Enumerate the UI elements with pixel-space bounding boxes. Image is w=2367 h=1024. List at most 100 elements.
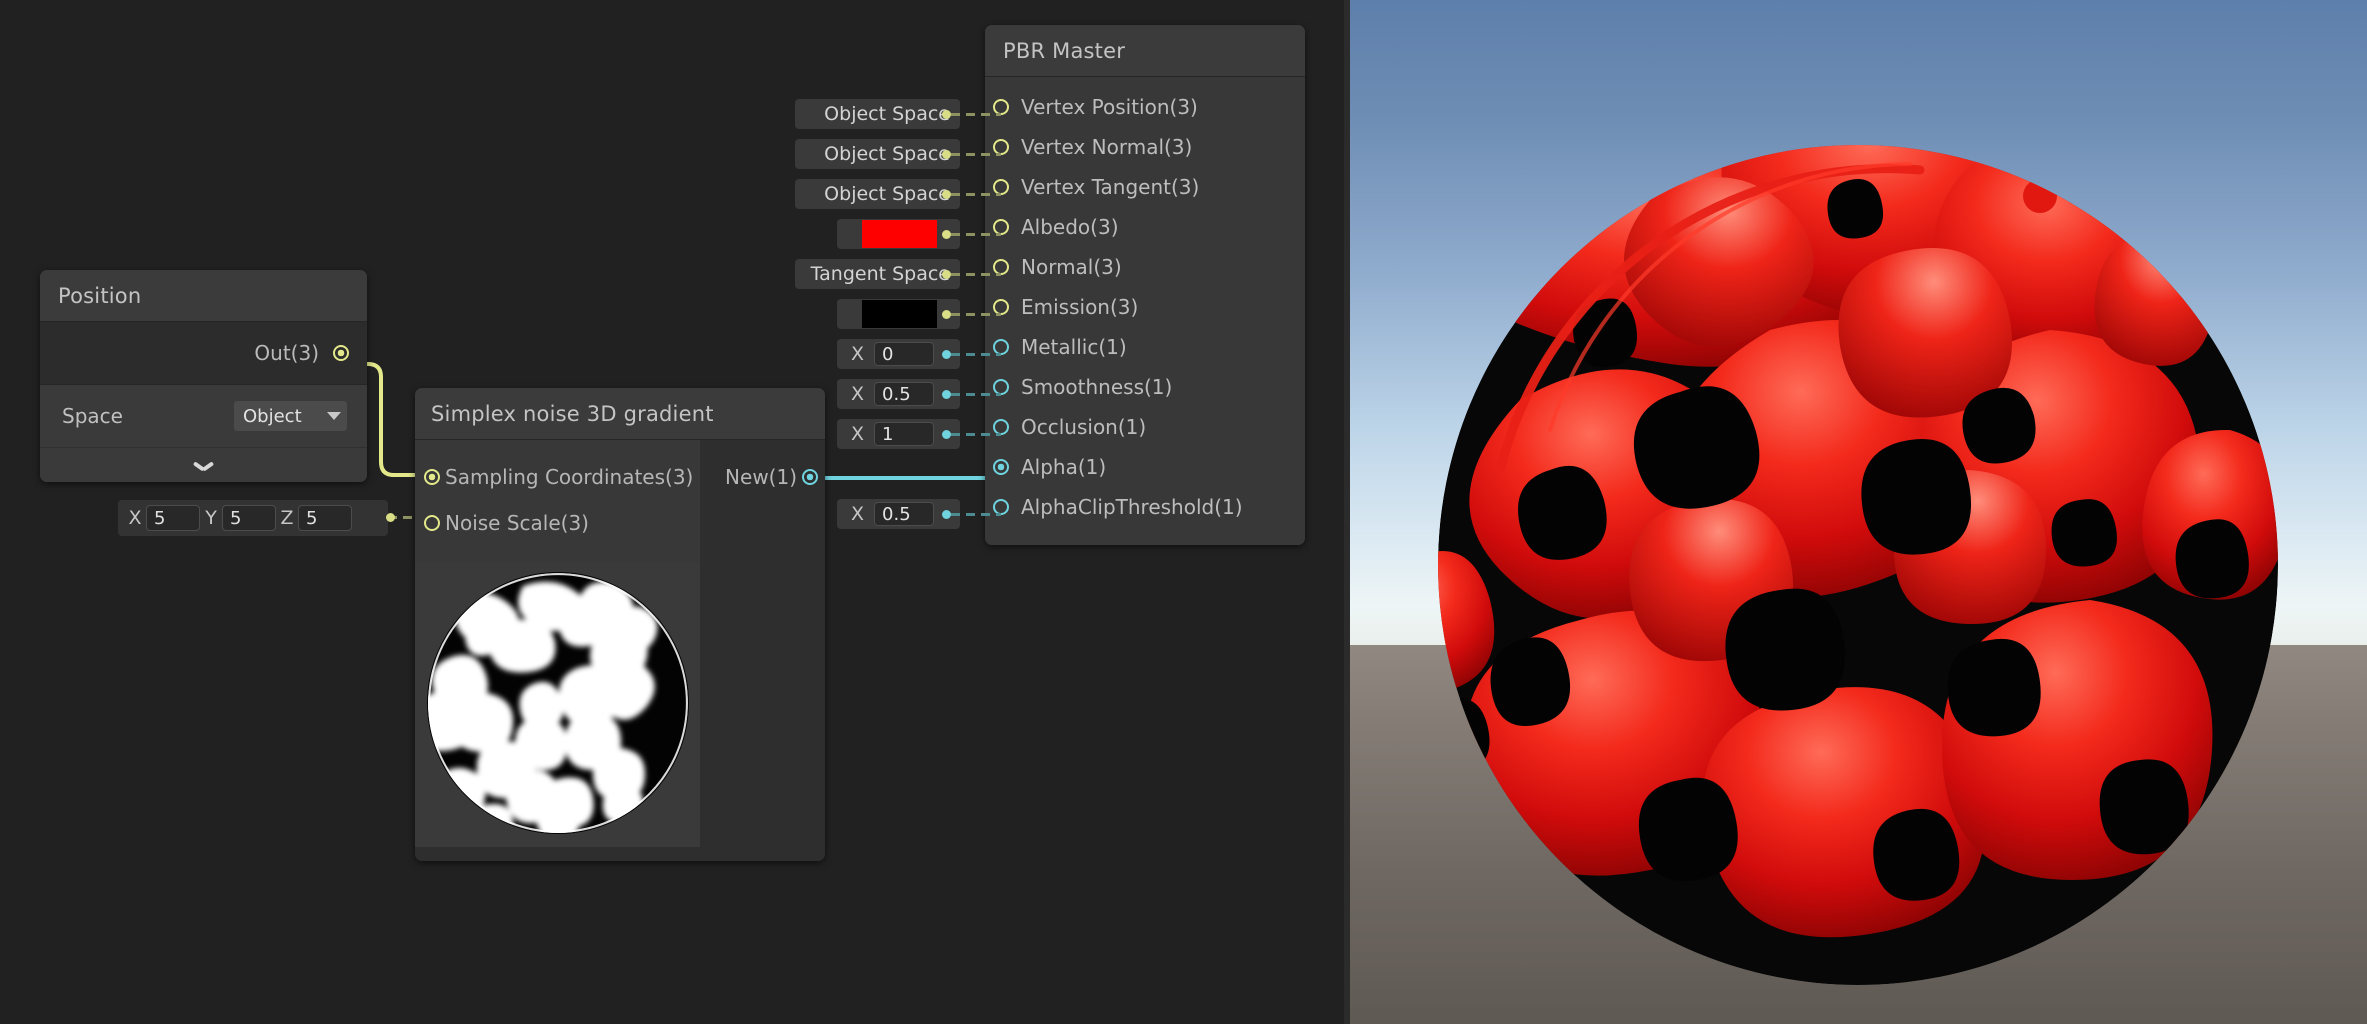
pbr-port-normal[interactable] — [993, 259, 1009, 275]
node-simplex-noise[interactable]: Simplex noise 3D gradient Sampling Coord… — [415, 388, 825, 861]
pbr-slot-alpha[interactable]: Alpha(1) — [985, 447, 1305, 487]
node-position-title: Position — [40, 270, 367, 322]
simplex-output-new[interactable]: New(1) — [700, 454, 825, 500]
pbr-port-vertex-normal[interactable] — [993, 139, 1009, 155]
pbr-color-swatch-albedo[interactable] — [862, 220, 937, 248]
pbr-default-axis-metallic: X — [851, 343, 865, 365]
simplex-noise-scale-port[interactable] — [424, 515, 440, 531]
vector3-y-input[interactable]: 5 — [222, 505, 276, 531]
pbr-port-alpha[interactable] — [993, 459, 1009, 475]
vector3-x-label: X — [128, 507, 142, 529]
vector3-y-label: Y — [205, 507, 217, 529]
pbr-default-value-metallic[interactable]: 0 — [874, 342, 935, 366]
pbr-label-metallic: Metallic(1) — [1021, 335, 1127, 359]
node-position-body: Out(3) Space Object — [40, 322, 367, 482]
position-expand-button[interactable] — [40, 448, 367, 482]
simplex-preview-box[interactable] — [415, 562, 700, 847]
pbr-default-smoothness[interactable]: X 0.5 — [837, 379, 960, 409]
noise-preview-sphere — [427, 572, 689, 834]
simplex-input-sampling-coordinates[interactable]: Sampling Coordinates(3) — [415, 454, 700, 500]
pbr-default-value-vertex-tangent: Object Space — [824, 183, 950, 205]
pbr-slot-normal[interactable]: Normal(3) — [985, 247, 1305, 287]
simplex-preview-area[interactable] — [415, 562, 825, 861]
simplex-sampling-coordinates-label: Sampling Coordinates(3) — [445, 465, 694, 489]
pbr-slot-emission[interactable]: Emission(3) — [985, 287, 1305, 327]
position-space-dropdown[interactable]: Object — [234, 401, 347, 431]
pbr-default-value-occlusion[interactable]: 1 — [874, 422, 935, 446]
pbr-port-alphaclipthreshold[interactable] — [993, 499, 1009, 515]
pbr-slot-occlusion[interactable]: Occlusion(1) — [985, 407, 1305, 447]
pbr-label-vertex-normal: Vertex Normal(3) — [1021, 135, 1193, 159]
node-simplex-io: Sampling Coordinates(3) Noise Scale(3) N… — [415, 440, 825, 562]
pbr-default-albedo[interactable] — [837, 219, 960, 249]
noise-scale-vector3-field[interactable]: X 5 Y 5 Z 5 — [118, 500, 388, 536]
pbr-port-occlusion[interactable] — [993, 419, 1009, 435]
pbr-label-occlusion: Occlusion(1) — [1021, 415, 1147, 439]
pbr-label-vertex-tangent: Vertex Tangent(3) — [1021, 175, 1200, 199]
pbr-default-normal[interactable]: Tangent Space — [795, 259, 960, 289]
pbr-label-vertex-position: Vertex Position(3) — [1021, 95, 1198, 119]
node-simplex-title: Simplex noise 3D gradient — [415, 388, 825, 440]
pbr-slot-smoothness[interactable]: Smoothness(1) — [985, 367, 1305, 407]
alpha-clipped-sphere — [1438, 145, 2278, 985]
position-output-label: Out(3) — [254, 341, 319, 365]
vector3-y[interactable]: Y 5 — [200, 505, 276, 531]
pbr-default-alphaclipthreshold[interactable]: X 0.5 — [837, 499, 960, 529]
simplex-new-port[interactable] — [802, 469, 818, 485]
pbr-default-value-normal: Tangent Space — [810, 263, 950, 285]
pbr-slot-vertex-tangent[interactable]: Vertex Tangent(3) — [985, 167, 1305, 207]
pbr-default-emission[interactable] — [837, 299, 960, 329]
pbr-default-axis-alphaclipthreshold: X — [851, 503, 865, 525]
vector3-z[interactable]: Z 5 — [276, 505, 352, 531]
pbr-master-slot-list: Vertex Position(3) Vertex Normal(3) Vertex… — [985, 77, 1305, 545]
node-position[interactable]: Position Out(3) Space Object — [40, 270, 367, 482]
pbr-slot-alphaclipthreshold[interactable]: AlphaClipThreshold(1) — [985, 487, 1305, 527]
position-space-value: Object — [243, 405, 302, 427]
pbr-default-vertex-position[interactable]: Object Space — [795, 99, 960, 129]
pbr-default-value-smoothness[interactable]: 0.5 — [874, 382, 935, 406]
simplex-noise-scale-label: Noise Scale(3) — [445, 511, 589, 535]
pbr-label-alpha: Alpha(1) — [1021, 455, 1107, 479]
pbr-port-vertex-tangent[interactable] — [993, 179, 1009, 195]
vector3-x[interactable]: X 5 — [124, 505, 200, 531]
pbr-slot-metallic[interactable]: Metallic(1) — [985, 327, 1305, 367]
vector3-z-label: Z — [280, 507, 294, 529]
vector3-x-input[interactable]: 5 — [146, 505, 200, 531]
noise-preview-svg — [428, 573, 688, 833]
pbr-slot-vertex-normal[interactable]: Vertex Normal(3) — [985, 127, 1305, 167]
chevron-down-icon — [327, 412, 341, 420]
pbr-default-axis-smoothness: X — [851, 383, 865, 405]
noisescale-dot[interactable] — [386, 513, 395, 522]
position-out-port[interactable] — [333, 345, 349, 361]
simplex-output-section: New(1) — [700, 440, 825, 562]
chevron-down-icon — [194, 460, 213, 470]
shader-graph-editor[interactable]: Position Out(3) Space Object X 5 Y 5 Z 5… — [0, 0, 1350, 1024]
pbr-label-albedo: Albedo(3) — [1021, 215, 1119, 239]
pbr-port-emission[interactable] — [993, 299, 1009, 315]
pbr-default-value-vertex-position: Object Space — [824, 103, 950, 125]
simplex-output-new-label: New(1) — [725, 465, 797, 489]
pbr-default-value-alphaclipthreshold[interactable]: 0.5 — [874, 502, 935, 526]
node-pbr-master[interactable]: PBR Master Vertex Position(3) Vertex Norm… — [985, 25, 1305, 545]
pbr-label-normal: Normal(3) — [1021, 255, 1122, 279]
pbr-port-metallic[interactable] — [993, 339, 1009, 355]
pbr-slot-vertex-position[interactable]: Vertex Position(3) — [985, 87, 1305, 127]
position-space-label: Space — [62, 404, 123, 428]
position-space-row: Space Object — [40, 385, 367, 448]
vector3-z-input[interactable]: 5 — [298, 505, 352, 531]
simplex-input-noise-scale[interactable]: Noise Scale(3) — [415, 500, 700, 546]
pbr-slot-albedo[interactable]: Albedo(3) — [985, 207, 1305, 247]
pbr-default-axis-occlusion: X — [851, 423, 865, 445]
pbr-default-vertex-normal[interactable]: Object Space — [795, 139, 960, 169]
pbr-default-occlusion[interactable]: X1 — [837, 419, 960, 449]
pbr-port-vertex-position[interactable] — [993, 99, 1009, 115]
pbr-port-albedo[interactable] — [993, 219, 1009, 235]
pbr-color-swatch-emission[interactable] — [862, 300, 937, 328]
pbr-default-metallic[interactable]: X0 — [837, 339, 960, 369]
simplex-sampling-coordinates-port[interactable] — [424, 469, 440, 485]
pbr-port-smoothness[interactable] — [993, 379, 1009, 395]
scene-preview-viewport[interactable] — [1350, 0, 2367, 1024]
pbr-default-vertex-tangent[interactable]: Object Space — [795, 179, 960, 209]
pbr-default-value-vertex-normal: Object Space — [824, 143, 950, 165]
pbr-label-emission: Emission(3) — [1021, 295, 1139, 319]
